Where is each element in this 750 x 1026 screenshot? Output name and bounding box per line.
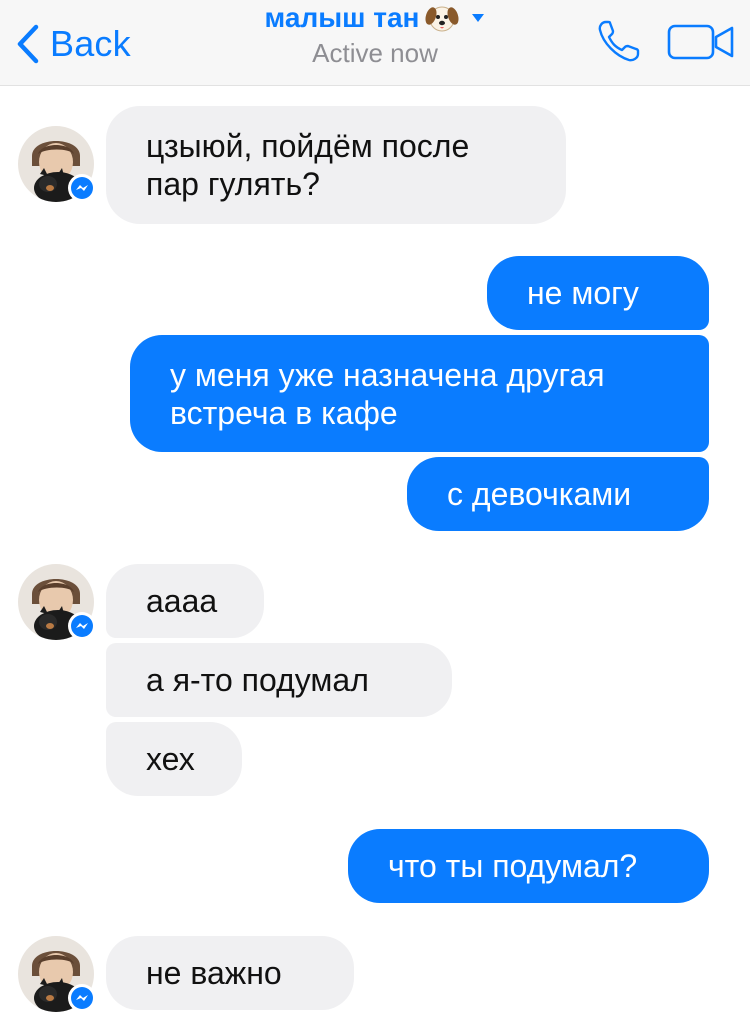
video-call-icon[interactable] <box>666 22 736 62</box>
contact-avatar[interactable] <box>18 936 96 1012</box>
contact-name-button[interactable]: малыш тан <box>265 2 486 34</box>
incoming-message-bubble[interactable]: не важно <box>106 936 354 1010</box>
outgoing-message-bubble[interactable]: не могу <box>487 256 709 330</box>
phone-call-icon[interactable] <box>596 18 642 64</box>
incoming-message-bubble[interactable]: аааа <box>106 564 264 638</box>
dog-face-icon <box>425 6 459 32</box>
message-text: не важно <box>146 955 282 991</box>
outgoing-message-bubble[interactable]: что ты подумал? <box>348 829 709 903</box>
messenger-badge <box>68 612 96 640</box>
message-text: хех <box>146 741 195 777</box>
messenger-badge <box>68 984 96 1012</box>
messenger-icon <box>71 987 93 1009</box>
messenger-badge <box>68 174 96 202</box>
message-text: а я-то подумал <box>146 662 369 698</box>
message-text: с девочками <box>447 476 632 512</box>
message-text: аааа <box>146 583 218 619</box>
message-text: что ты подумал? <box>388 848 638 884</box>
chat-header: Back малыш тан Active now <box>0 0 750 86</box>
messenger-icon <box>71 615 93 637</box>
contact-avatar[interactable] <box>18 564 96 640</box>
outgoing-message-bubble[interactable]: с девочками <box>407 457 709 531</box>
message-text: цзыюй, пойдём после пар гулять? <box>146 128 470 202</box>
chevron-down-icon <box>472 14 485 22</box>
messenger-icon <box>71 177 93 199</box>
message-text: у меня уже назначена другая встреча в ка… <box>170 356 605 431</box>
incoming-message-bubble[interactable]: хех <box>106 722 242 796</box>
contact-name: малыш тан <box>264 2 420 33</box>
outgoing-message-bubble[interactable]: у меня уже назначена другая встреча в ка… <box>130 335 709 452</box>
incoming-message-bubble[interactable]: а я-то подумал <box>106 643 452 717</box>
incoming-message-bubble[interactable]: цзыюй, пойдём после пар гулять? <box>106 106 566 224</box>
message-text: не могу <box>527 275 639 311</box>
contact-avatar[interactable] <box>18 126 96 202</box>
